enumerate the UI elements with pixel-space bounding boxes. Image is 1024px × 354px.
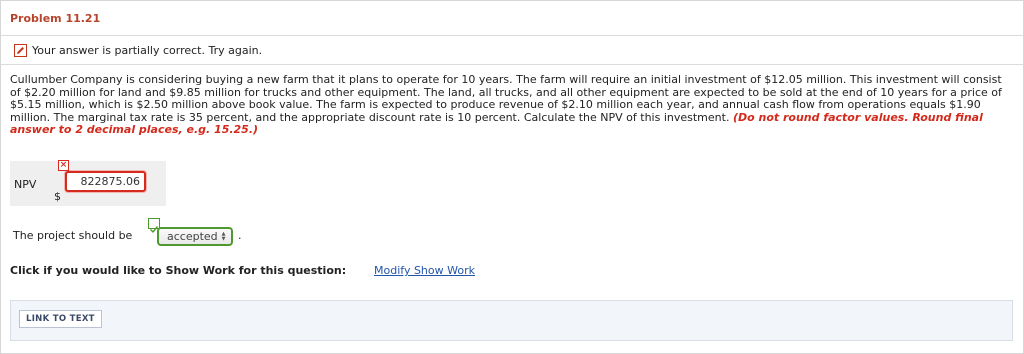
x-mark-icon: × bbox=[58, 160, 69, 171]
currency-symbol: $ bbox=[54, 190, 61, 203]
select-arrows-icon: ▲ ▼ bbox=[221, 230, 226, 242]
question-text: Cullumber Company is considering buying … bbox=[10, 73, 1005, 137]
status-message: Your answer is partially correct. Try ag… bbox=[32, 43, 263, 57]
decision-suffix: . bbox=[238, 229, 242, 242]
decision-select[interactable]: accepted ▲ ▼ bbox=[157, 227, 233, 246]
npv-label: NPV bbox=[14, 178, 37, 191]
pencil-icon bbox=[14, 43, 27, 57]
modify-show-work-link[interactable]: Modify Show Work bbox=[374, 264, 475, 277]
npv-panel: NPV $ 822875.06 × bbox=[10, 160, 166, 206]
problem-title: Problem 11.21 bbox=[10, 12, 101, 25]
decision-prompt: The project should be bbox=[13, 229, 133, 242]
show-work-label: Click if you would like to Show Work for… bbox=[10, 264, 347, 277]
problem-frame: Problem 11.21 Your answer is partially c… bbox=[0, 0, 1024, 354]
npv-input[interactable]: 822875.06 bbox=[65, 171, 146, 192]
resources-panel: LINK TO TEXT bbox=[10, 300, 1013, 341]
divider bbox=[1, 64, 1023, 65]
divider bbox=[1, 35, 1023, 36]
decision-selected-value: accepted bbox=[167, 230, 218, 243]
status-line: Your answer is partially correct. Try ag… bbox=[14, 42, 262, 58]
link-to-text-button[interactable]: LINK TO TEXT bbox=[19, 310, 102, 328]
